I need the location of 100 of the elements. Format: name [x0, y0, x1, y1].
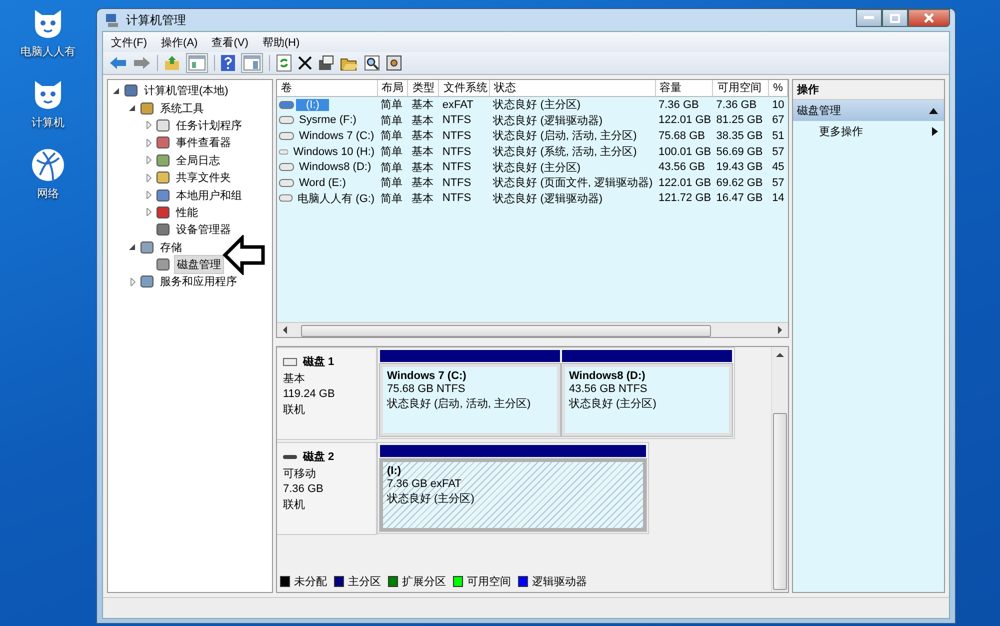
table-cell-text: 7.36 GB	[715, 98, 758, 111]
table-cell-text: 简单	[380, 145, 404, 160]
tree-item[interactable]: 计算机管理(本地)	[142, 82, 230, 100]
show-tree-icon[interactable]	[186, 53, 208, 73]
drive-icon	[279, 148, 288, 156]
tree-item[interactable]: 本地用户和组	[174, 186, 244, 204]
delete-icon[interactable]	[298, 56, 312, 70]
magnifier-icon[interactable]	[364, 55, 380, 71]
refresh-icon[interactable]	[276, 54, 292, 72]
tree-item[interactable]: 设备管理器	[174, 221, 233, 238]
desktop-icon-label[interactable]: 网络	[37, 186, 59, 201]
expand-arrow-icon[interactable]	[144, 191, 153, 200]
table-cell-text: 简单	[380, 160, 404, 175]
partition-name: Windows 7 (C:)	[387, 370, 468, 382]
expand-arrow-icon[interactable]	[144, 138, 153, 147]
menu-item[interactable]: 文件(F)	[111, 34, 148, 50]
actions-header: 操作	[793, 80, 944, 100]
table-cell-text: 简单	[380, 114, 404, 128]
expand-arrow-icon[interactable]	[128, 278, 137, 286]
column-header[interactable]: 布局	[378, 80, 408, 96]
drive-icon	[279, 194, 293, 202]
tree-item[interactable]: 全局日志	[174, 152, 222, 169]
expand-arrow-icon[interactable]	[144, 174, 153, 182]
table-cell[interactable]: Word (E:)	[296, 176, 349, 189]
partition-status: 状态良好 (启动, 活动, 主分区)	[387, 396, 532, 411]
forward-arrow-icon[interactable]	[133, 56, 151, 70]
table-cell-text: 16.47 GB	[715, 192, 764, 204]
tree-item[interactable]: 性能	[174, 204, 200, 221]
tree-item[interactable]: 系统工具	[158, 100, 206, 117]
desktop-icon-label[interactable]: 计算机	[32, 115, 64, 130]
column-header[interactable]: 类型	[408, 80, 440, 96]
settings-icon[interactable]	[386, 55, 402, 71]
table-cell[interactable]: 电脑人人有 (G:)	[294, 190, 378, 206]
column-header[interactable]: 文件系统	[439, 80, 490, 96]
tree-item[interactable]: 共享文件夹	[174, 169, 233, 186]
tree-item[interactable]: 事件查看器	[174, 134, 233, 152]
scroll-right-icon[interactable]	[776, 326, 784, 334]
column-header[interactable]: %	[769, 80, 788, 96]
disk-size: 119.24 GB	[283, 388, 336, 400]
table-cell-text: 38.35 GB	[715, 130, 764, 142]
legend-label: 逻辑驱动器	[532, 575, 587, 589]
menu-item[interactable]: 操作(A)	[161, 34, 198, 50]
table-cell-text: 100.01 GB	[658, 146, 712, 158]
column-header[interactable]: 可用空间	[713, 80, 770, 96]
tree-item[interactable]: 存储	[158, 238, 184, 256]
action-item[interactable]: 更多操作	[793, 121, 944, 142]
column-header[interactable]: 状态	[490, 80, 656, 96]
table-cell-text: 7.36 GB	[658, 98, 700, 111]
expand-arrow-icon[interactable]	[144, 156, 153, 164]
table-cell-text: 56.69 GB	[715, 146, 764, 158]
disk-info-panel[interactable]: 磁盘 1 基本 119.24 GB 联机	[277, 347, 377, 440]
table-cell[interactable]: Windows 7 (C:)	[296, 130, 378, 142]
drive-icon	[279, 132, 294, 140]
help-icon[interactable]	[221, 55, 235, 71]
up-folder-icon[interactable]	[164, 55, 180, 71]
table-cell-text: 简单	[380, 192, 404, 206]
collapse-arrow-icon[interactable]	[929, 108, 938, 114]
table-cell-text: 简单	[380, 98, 404, 112]
desktop-icon-label[interactable]: 电脑人人有	[20, 44, 76, 59]
maximize-button[interactable]	[882, 9, 908, 27]
properties-icon[interactable]	[318, 55, 334, 71]
pane-icon[interactable]	[241, 53, 263, 73]
scroll-up-icon[interactable]	[776, 351, 784, 359]
drive-icon	[279, 116, 294, 124]
table-cell-text: 121.72 GB	[658, 192, 712, 204]
column-header[interactable]: 卷	[277, 80, 378, 96]
disk-status: 联机	[283, 498, 306, 512]
table-cell-text: 状态良好 (逻辑驱动器)	[492, 114, 604, 128]
legend-label: 扩展分区	[402, 574, 446, 589]
disk-info-panel[interactable]: 磁盘 2 可移动 7.36 GB 联机	[277, 442, 377, 535]
globe-icon[interactable]	[31, 148, 65, 182]
collapse-arrow-icon[interactable]	[112, 86, 121, 95]
expand-arrow-icon[interactable]	[144, 208, 153, 216]
menu-item[interactable]: 帮助(H)	[262, 34, 300, 50]
tree-item[interactable]: 服务和应用程序	[158, 273, 239, 290]
menu-item[interactable]: 查看(V)	[212, 34, 248, 50]
back-arrow-icon[interactable]	[109, 56, 127, 70]
table-cell[interactable]: Windows8 (D:)	[296, 161, 374, 174]
column-header[interactable]: 容量	[656, 80, 714, 96]
close-button[interactable]	[908, 9, 950, 27]
maximize-icon	[890, 14, 900, 22]
table-cell-text: NTFS	[441, 161, 472, 174]
vertical-scrollbar[interactable]	[771, 347, 788, 592]
scroll-left-icon[interactable]	[281, 326, 289, 334]
collapse-arrow-icon[interactable]	[128, 104, 137, 112]
table-cell-text: 14	[771, 192, 786, 204]
expand-arrow-icon[interactable]	[144, 121, 153, 130]
table-cell[interactable]: Windows 10 (H:)	[290, 146, 378, 158]
horizontal-scrollbar[interactable]	[277, 322, 788, 337]
table-cell[interactable]: Sysrme (F:)	[296, 114, 360, 126]
tree-item[interactable]: 任务计划程序	[174, 116, 244, 134]
actions-section-header[interactable]: 磁盘管理	[793, 100, 944, 121]
tree-item[interactable]: 磁盘管理	[174, 255, 224, 274]
drive-icon	[279, 178, 294, 187]
minimize-button[interactable]	[856, 9, 882, 27]
collapse-arrow-icon[interactable]	[128, 243, 137, 252]
disk-type: 基本	[283, 372, 306, 386]
table-cell-text: 状态良好 (逻辑驱动器)	[492, 192, 604, 206]
table-cell[interactable]: (I:)	[296, 98, 330, 111]
table-cell-text: 简单	[380, 129, 404, 144]
